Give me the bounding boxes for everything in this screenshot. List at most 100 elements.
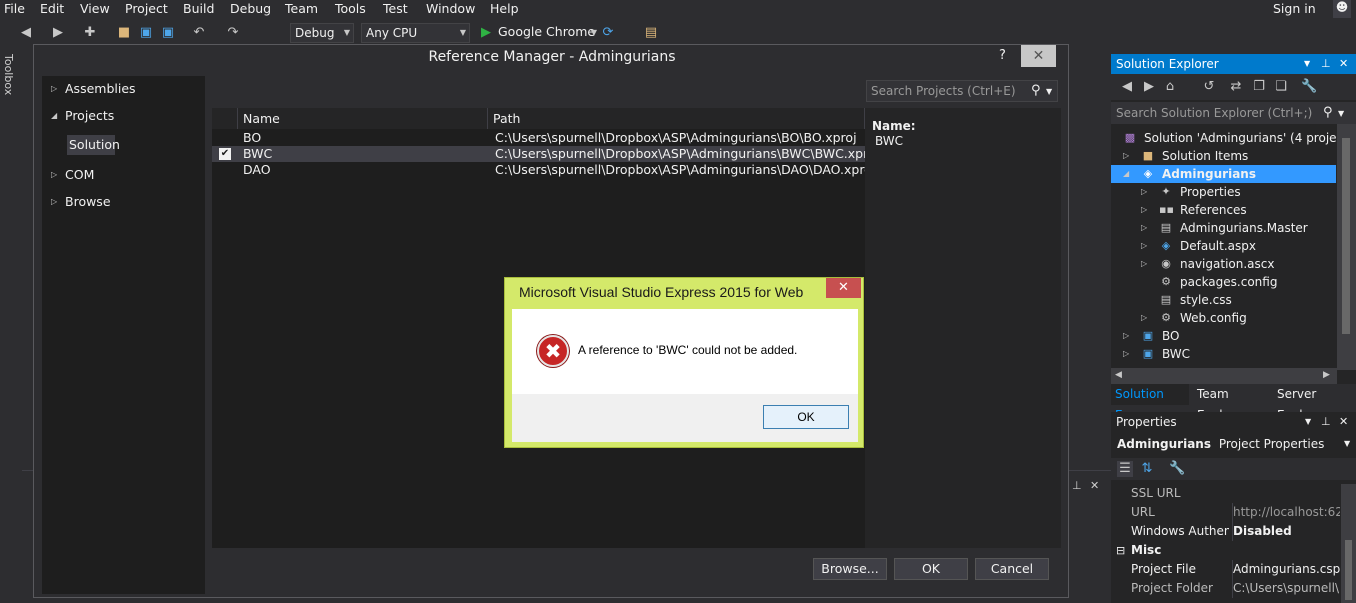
undo-icon[interactable]: ↶ (191, 25, 207, 41)
history-icon[interactable]: ↺ (1201, 79, 1217, 95)
account-icon[interactable]: ☻ (1333, 0, 1351, 18)
save-all-icon[interactable]: ▣ (160, 25, 176, 41)
cancel-button[interactable]: Cancel (975, 558, 1049, 580)
pin-icon[interactable]: ⊥ (1321, 412, 1331, 432)
tree-item-admingurians[interactable]: ◢ ◈ Admingurians (1111, 165, 1336, 183)
tree-item-references[interactable]: ▷ ▪▪ References (1141, 201, 1336, 219)
chevron-down-icon[interactable]: ▼ (1338, 109, 1344, 118)
tree-horizontal-scrollbar[interactable]: ◀ ▶ (1111, 368, 1337, 384)
forward-icon[interactable]: ▶ (50, 25, 66, 41)
back-icon[interactable]: ◀ (1119, 79, 1135, 95)
start-debugging-icon[interactable]: ▶ (478, 25, 494, 41)
open-folder-icon[interactable]: ■ (116, 25, 132, 41)
find-in-files-icon[interactable]: ▤ (643, 25, 659, 41)
solution-configuration-select[interactable]: Debug ▼ (290, 23, 354, 43)
nav-com[interactable]: ▷ COM (42, 164, 205, 186)
categorized-icon[interactable]: ☰ (1117, 461, 1133, 477)
back-icon[interactable]: ◀ (18, 25, 34, 41)
run-target-button[interactable]: Google Chrome (498, 24, 595, 39)
pin-icon[interactable]: ⊥ (1321, 54, 1331, 74)
menu-tools[interactable]: Tools (335, 1, 366, 16)
reference-checkbox[interactable]: ✔ (219, 148, 231, 160)
menu-file[interactable]: File (4, 1, 25, 16)
tab-server-explorer[interactable]: Server Expl... (1273, 384, 1356, 422)
tab-team-explorer[interactable]: Team Explo... (1193, 384, 1273, 422)
scrollbar-thumb[interactable] (1345, 540, 1352, 600)
tree-item-solution-items[interactable]: ▷ ■ Solution Items (1123, 147, 1336, 165)
menu-project[interactable]: Project (125, 1, 168, 16)
forward-icon[interactable]: ▶ (1141, 79, 1157, 95)
scroll-left-icon[interactable]: ◀ (1115, 370, 1122, 380)
properties-object-select[interactable]: Admingurians Project Properties ▼ (1111, 434, 1356, 454)
property-category[interactable]: ⊟ Misc (1111, 541, 1341, 560)
menu-help[interactable]: Help (490, 1, 519, 16)
search-icon[interactable]: ⚲ (1323, 105, 1333, 120)
message-box-close-button[interactable]: ✕ (826, 278, 861, 298)
nav-projects[interactable]: ◢ Projects (42, 105, 205, 127)
nav-solution[interactable]: Solution (67, 135, 120, 155)
property-row[interactable]: SSL URL (1111, 484, 1341, 503)
property-row[interactable]: Project Folder C:\Users\spurnell\D (1111, 579, 1341, 598)
dialog-close-button[interactable]: ✕ (1021, 45, 1056, 67)
close-icon[interactable]: ✕ (1339, 54, 1348, 74)
tree-item-style-css[interactable]: ▤ style.css (1141, 291, 1336, 309)
tree-item-bwc[interactable]: ▷ ▣ BWC (1123, 345, 1336, 363)
name-column-header[interactable]: Name (238, 108, 488, 129)
search-solution-explorer-input[interactable]: Search Solution Explorer (Ctrl+;) (1111, 102, 1356, 124)
menu-test[interactable]: Test (383, 1, 408, 16)
property-pages-wrench-icon[interactable]: 🔧 (1169, 461, 1185, 477)
redo-icon[interactable]: ↷ (225, 25, 241, 41)
ok-button[interactable]: OK (894, 558, 968, 580)
tree-item-bo[interactable]: ▷ ▣ BO (1123, 327, 1336, 345)
save-icon[interactable]: ▣ (138, 25, 154, 41)
property-row[interactable]: URL http://localhost:621 (1111, 503, 1341, 522)
tree-vertical-scrollbar[interactable] (1337, 124, 1356, 370)
sync-icon[interactable]: ⇄ (1228, 79, 1244, 95)
refresh-icon[interactable]: ⟳ (600, 25, 616, 41)
tab-solution-explorer[interactable]: Solution Ex... (1111, 384, 1189, 422)
tree-item-master-page[interactable]: ▷ ▤ Admingurians.Master (1141, 219, 1336, 237)
property-row[interactable]: Windows Authent Disabled (1111, 522, 1341, 541)
table-row[interactable]: DAO C:\Users\spurnell\Dropbox\ASP\Adming… (212, 162, 875, 178)
solution-platform-select[interactable]: Any CPU ▼ (361, 23, 470, 43)
sign-in-link[interactable]: Sign in (1273, 1, 1316, 16)
tree-item-navigation-ascx[interactable]: ▷ ◉ navigation.ascx (1141, 255, 1336, 273)
menu-debug[interactable]: Debug (230, 1, 271, 16)
tree-item-solution[interactable]: ▩ Solution 'Admingurians' (4 projects) (1123, 129, 1356, 147)
search-icon[interactable]: ⚲ (1031, 83, 1041, 98)
menu-build[interactable]: Build (183, 1, 214, 16)
tree-item-web-config[interactable]: ▷ ⚙ Web.config (1141, 309, 1336, 327)
menu-view[interactable]: View (80, 1, 110, 16)
chevron-down-icon[interactable]: ▼ (1046, 87, 1052, 96)
nav-browse[interactable]: ▷ Browse (42, 191, 205, 213)
show-all-files-icon[interactable]: ❏ (1273, 79, 1289, 95)
properties-wrench-icon[interactable]: 🔧 (1301, 79, 1317, 95)
scrollbar-thumb[interactable] (1342, 138, 1350, 334)
scroll-right-icon[interactable]: ▶ (1323, 370, 1330, 380)
table-row[interactable]: BO C:\Users\spurnell\Dropbox\ASP\Admingu… (212, 130, 865, 146)
close-icon[interactable]: ✕ (1090, 479, 1099, 492)
property-row[interactable]: Project File Admingurians.cspro (1111, 560, 1341, 579)
toolbox-tab[interactable]: Toolbox (2, 54, 15, 95)
table-row[interactable]: ✔ BWC C:\Users\spurnell\Dropbox\ASP\Admi… (212, 146, 879, 162)
menu-team[interactable]: Team (285, 1, 318, 16)
chevron-down-icon[interactable]: ▼ (1304, 54, 1310, 74)
collapse-category-icon[interactable]: ⊟ (1116, 541, 1125, 560)
chevron-down-icon[interactable]: ▼ (1305, 412, 1311, 432)
close-icon[interactable]: ✕ (1339, 412, 1348, 432)
browse-button[interactable]: Browse... (813, 558, 887, 580)
home-icon[interactable]: ⌂ (1162, 79, 1178, 95)
tree-item-packages-config[interactable]: ⚙ packages.config (1141, 273, 1336, 291)
pin-icon[interactable]: ⊥ (1072, 479, 1082, 492)
help-button[interactable]: ? (999, 48, 1006, 63)
alphabetical-icon[interactable]: ⇅ (1139, 461, 1155, 477)
tree-item-default-aspx[interactable]: ▷ ◈ Default.aspx (1141, 237, 1336, 255)
properties-scrollbar[interactable] (1341, 484, 1356, 603)
path-column-header[interactable]: Path (488, 108, 865, 129)
new-project-icon[interactable]: ✚ (82, 25, 98, 41)
tree-item-properties[interactable]: ▷ ✦ Properties (1141, 183, 1336, 201)
menu-edit[interactable]: Edit (40, 1, 64, 16)
nav-assemblies[interactable]: ▷ Assemblies (42, 78, 205, 100)
menu-window[interactable]: Window (426, 1, 475, 16)
search-projects-input[interactable]: Search Projects (Ctrl+E) (866, 80, 1058, 102)
